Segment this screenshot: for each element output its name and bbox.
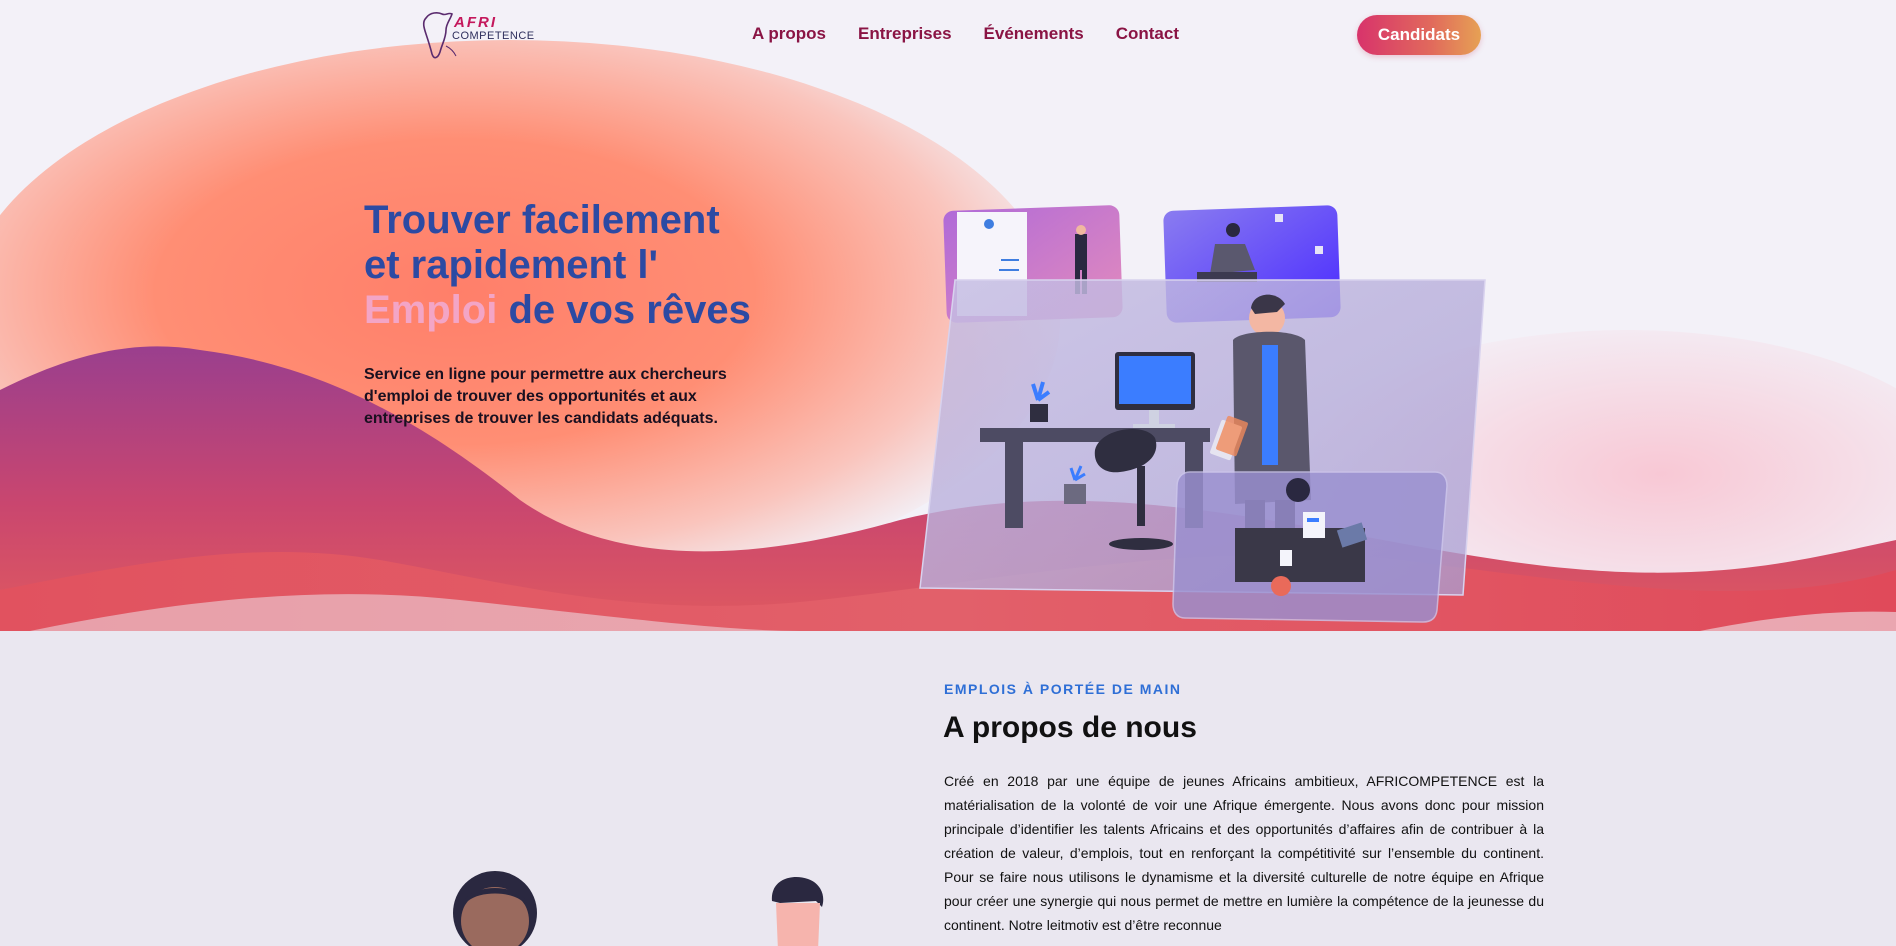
logo-wordmark-top: AFRI	[454, 14, 497, 31]
hero-title-line1: Trouver facilement	[364, 198, 720, 242]
nav-link-entreprises[interactable]: Entreprises	[858, 24, 952, 44]
hero-title-rest: de vos rêves	[497, 288, 751, 332]
top-navbar: AFRI COMPETENCE A propos Entreprises Évé…	[0, 0, 1896, 70]
hero-illustration	[919, 205, 1486, 623]
hero-description: Service en ligne pour permettre aux cher…	[364, 366, 727, 427]
about-eyebrow: EMPLOIS À PORTÉE DE MAIN	[944, 681, 1182, 697]
nav-link-contact[interactable]: Contact	[1116, 24, 1179, 44]
nav-links: A propos Entreprises Événements Contact	[752, 24, 1179, 44]
about-text: Créé en 2018 par une équipe de jeunes Af…	[944, 773, 1544, 933]
logo-wordmark-bottom: COMPETENCE	[452, 30, 535, 42]
about-title: A propos de nous	[943, 711, 1197, 744]
about-section: EMPLOIS À PORTÉE DE MAIN A propos de nou…	[0, 631, 1896, 946]
brand-logo[interactable]: AFRI COMPETENCE	[420, 8, 550, 62]
team-illustration	[453, 871, 824, 946]
mail-card-illustration	[1172, 471, 1448, 623]
nav-link-evenements[interactable]: Événements	[984, 24, 1084, 44]
candidats-button[interactable]: Candidats	[1357, 15, 1481, 55]
hero-title: Trouver facilement et rapidement l' Empl…	[364, 198, 804, 333]
hero-title-line2: et rapidement l'	[364, 243, 659, 287]
nav-link-a-propos[interactable]: A propos	[752, 24, 826, 44]
hero-title-accent: Emploi	[364, 288, 498, 332]
